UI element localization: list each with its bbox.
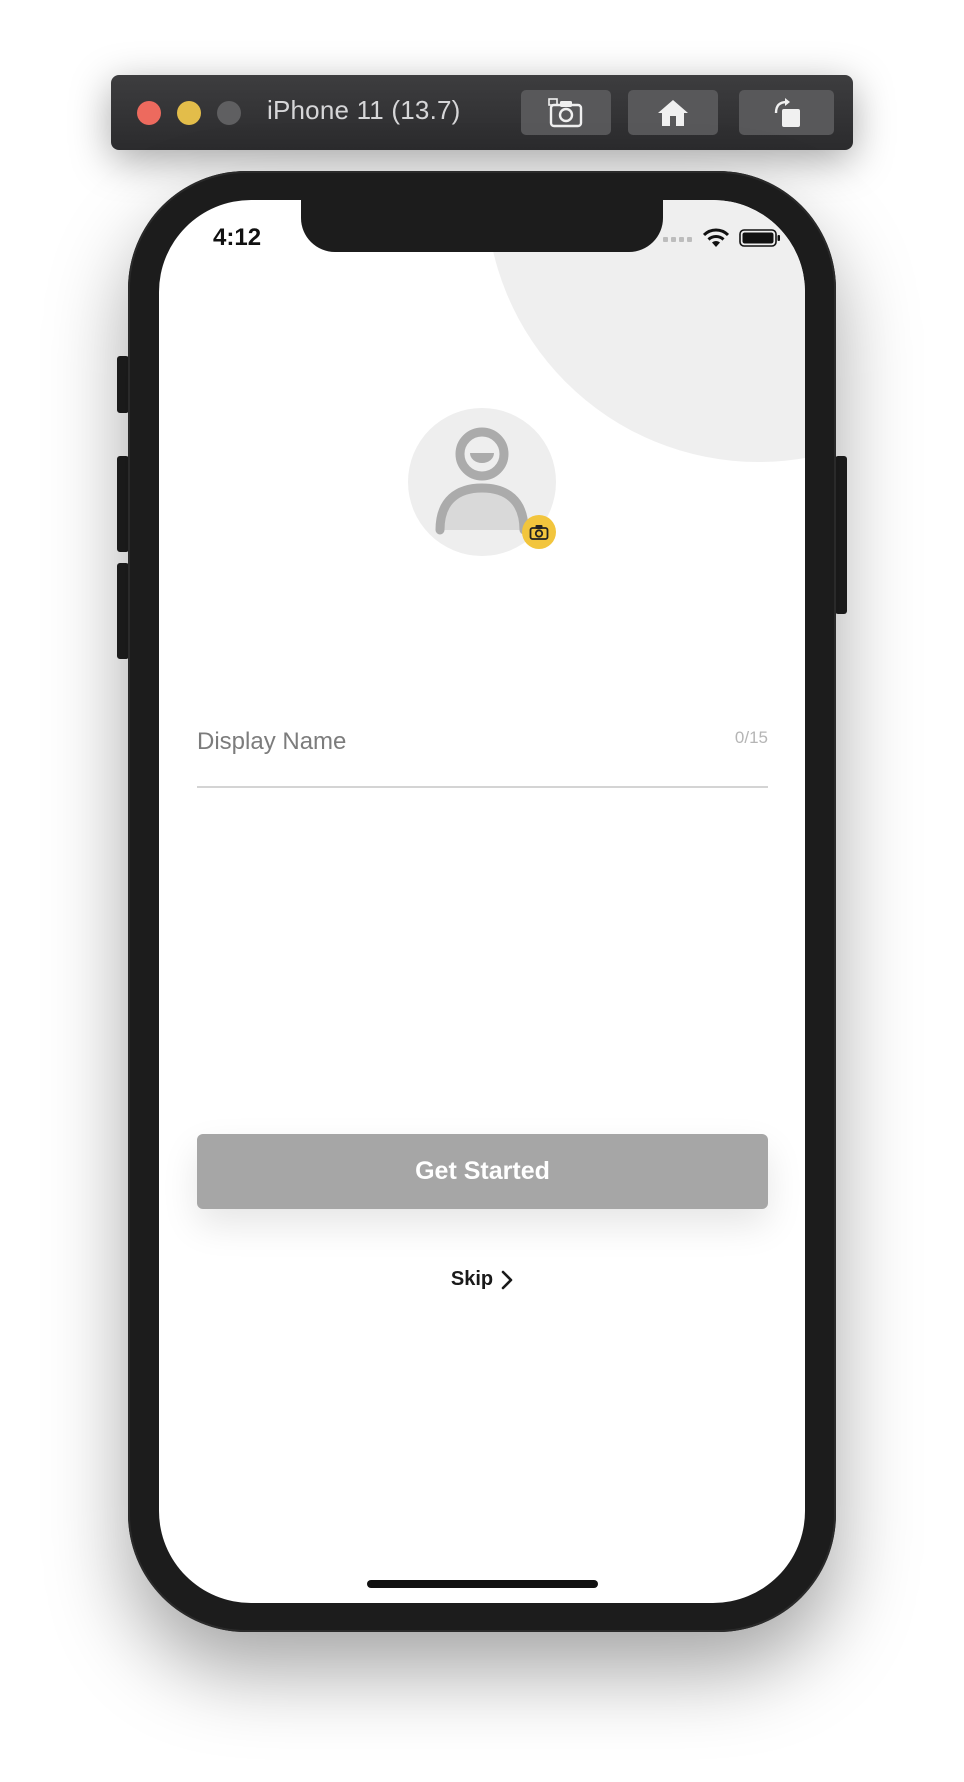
skip-button[interactable]: Skip [159, 1268, 805, 1291]
status-icons [663, 228, 781, 248]
screenshot-button[interactable] [521, 90, 611, 135]
cellular-signal-icon [663, 237, 692, 242]
home-indicator[interactable] [367, 1580, 598, 1588]
minimize-window-button[interactable] [177, 101, 201, 125]
display-name-input[interactable] [197, 720, 677, 764]
rotate-button[interactable] [739, 90, 834, 135]
wifi-icon [703, 228, 729, 247]
screenshot-icon [548, 97, 583, 127]
status-time: 4:12 [213, 224, 262, 251]
camera-icon [529, 525, 549, 540]
simulator-title-bar: iPhone 11 (13.7) [111, 75, 853, 150]
display-name-field: 0/15 [197, 720, 768, 788]
home-button[interactable] [628, 90, 718, 135]
change-photo-button[interactable] [522, 515, 556, 549]
battery-icon [739, 229, 780, 247]
get-started-button[interactable]: Get Started [197, 1134, 768, 1209]
close-window-button[interactable] [137, 101, 161, 125]
chevron-right-icon [501, 1270, 513, 1289]
home-icon [658, 99, 688, 126]
simulator-title: iPhone 11 (13.7) [267, 95, 461, 125]
app-screen: 4:12 Display Name 0/15 Get Started Skip [159, 200, 805, 1603]
zoom-window-button[interactable] [217, 101, 241, 125]
rotate-icon [774, 97, 800, 127]
power-button [835, 456, 847, 614]
character-counter: 0/15 [734, 728, 768, 747]
skip-label: Skip [450, 1268, 494, 1290]
notch [301, 200, 663, 252]
